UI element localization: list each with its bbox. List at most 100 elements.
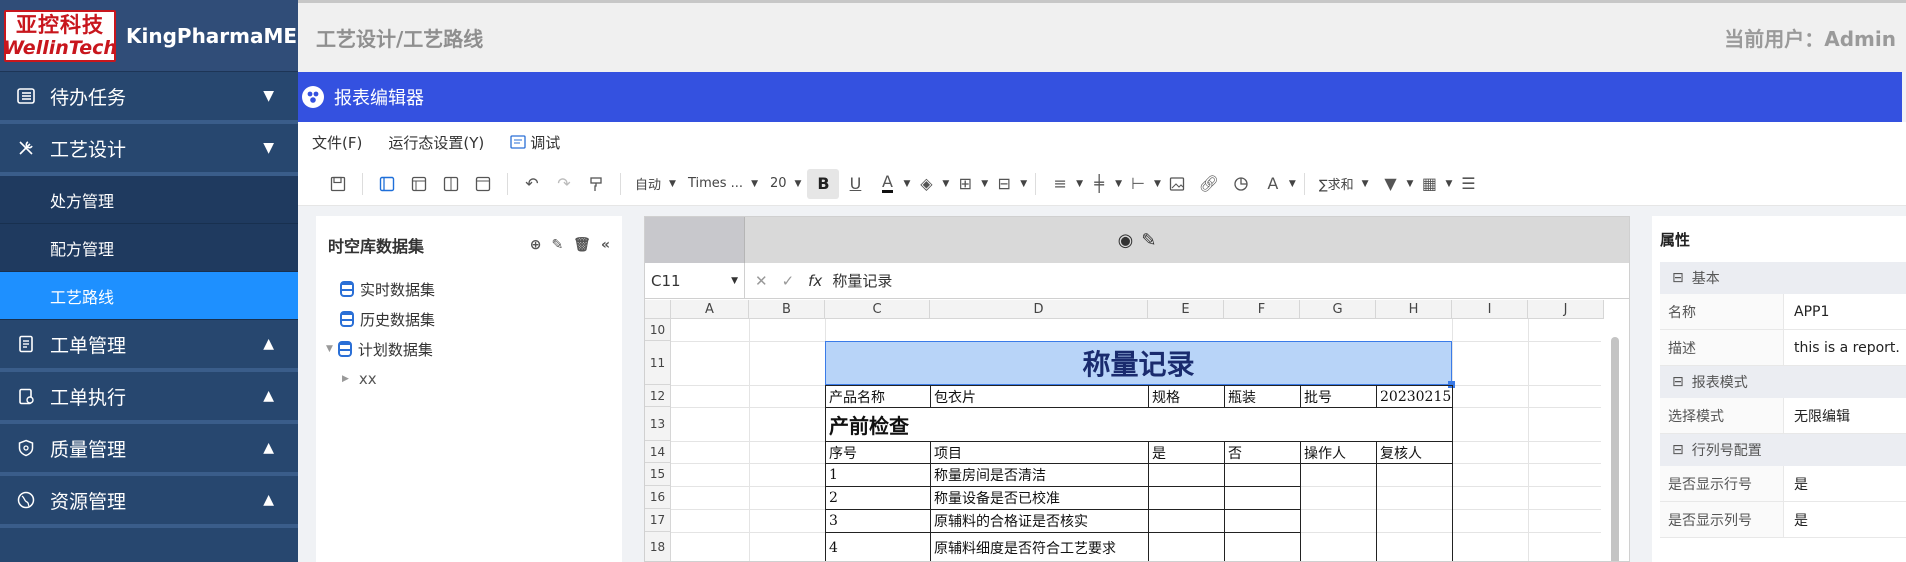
- save-icon[interactable]: [322, 169, 354, 199]
- align-icon[interactable]: ≡: [1044, 169, 1076, 199]
- dataset-item-plan[interactable]: ▼ 计划数据集: [316, 334, 622, 364]
- caret-down-icon[interactable]: ▼: [1289, 179, 1296, 189]
- row-header[interactable]: 16: [645, 486, 671, 509]
- sidebar-item-prescription[interactable]: 处方管理: [0, 176, 298, 224]
- sidebar-item-formula[interactable]: 配方管理: [0, 224, 298, 272]
- cell-f15[interactable]: [1224, 463, 1301, 487]
- cell-grid[interactable]: A B C D E F G H I J 10 11 12 13 14 15 16…: [645, 300, 1629, 561]
- cell-d14[interactable]: 项目: [930, 441, 1149, 464]
- cell-f14[interactable]: 否: [1224, 441, 1301, 464]
- dataset-child-item[interactable]: ▶ xx: [316, 364, 622, 394]
- cell-d16[interactable]: 称量设备是否已校准: [930, 486, 1149, 510]
- col-header[interactable]: H: [1376, 300, 1452, 319]
- collapse-icon[interactable]: «: [601, 237, 610, 253]
- underline-button[interactable]: U: [839, 169, 871, 199]
- row-header[interactable]: 12: [645, 385, 671, 407]
- zoom-select[interactable]: 自动 ▼: [629, 169, 682, 199]
- font-color-button[interactable]: A: [871, 169, 903, 199]
- column-width-icon[interactable]: ⊢: [1122, 169, 1154, 199]
- menu-file[interactable]: 文件(F): [312, 132, 362, 153]
- fx-icon[interactable]: fx: [808, 272, 822, 290]
- undo-icon[interactable]: ↶: [516, 169, 548, 199]
- prop-value-input[interactable]: APP1: [1784, 294, 1906, 329]
- format-painter-icon[interactable]: [580, 169, 612, 199]
- sheet-tab[interactable]: [645, 217, 745, 263]
- section-basic[interactable]: ⊟ 基本: [1660, 262, 1906, 294]
- row-header[interactable]: 14: [645, 441, 671, 463]
- caret-down-icon[interactable]: ▼: [1445, 179, 1452, 189]
- cell-d17[interactable]: 原辅料的合格证是否核实: [930, 509, 1149, 533]
- col-header[interactable]: I: [1452, 300, 1528, 319]
- report-title-cell[interactable]: 称量记录: [825, 341, 1452, 385]
- text-style-button[interactable]: A: [1257, 169, 1289, 199]
- freeze-icon[interactable]: ▦: [1413, 169, 1445, 199]
- cell-f18[interactable]: [1224, 532, 1301, 561]
- dataset-item-realtime[interactable]: 实时数据集: [316, 274, 622, 304]
- col-header[interactable]: F: [1224, 300, 1300, 319]
- vertical-scrollbar[interactable]: [1611, 337, 1619, 561]
- layout-3-icon[interactable]: [435, 169, 467, 199]
- more-settings-icon[interactable]: ☰: [1452, 169, 1484, 199]
- row-header[interactable]: 15: [645, 463, 671, 486]
- cell-f12[interactable]: 瓶装: [1224, 385, 1301, 408]
- cell-c17[interactable]: 3: [825, 509, 931, 533]
- corner-cell[interactable]: [645, 300, 671, 319]
- bold-button[interactable]: B: [807, 168, 840, 199]
- sidebar-item-process-route[interactable]: 工艺路线: [0, 272, 298, 320]
- cell-e15[interactable]: [1148, 463, 1225, 487]
- cancel-icon[interactable]: ✕: [755, 272, 768, 290]
- col-header[interactable]: B: [749, 300, 825, 319]
- section-report-mode[interactable]: ⊟ 报表模式: [1660, 366, 1906, 398]
- caret-right-icon[interactable]: ▶: [342, 374, 349, 384]
- edit-icon[interactable]: ✎: [551, 237, 563, 253]
- prop-value-input[interactable]: this is a report.: [1784, 330, 1906, 365]
- cell-h12[interactable]: 20230215: [1376, 385, 1453, 408]
- menu-process-design[interactable]: 工艺设计 ▼: [0, 124, 298, 176]
- cell-c18[interactable]: 4: [825, 532, 931, 561]
- menu-work-execution[interactable]: 工单执行 ▲: [0, 372, 298, 424]
- cell-d18[interactable]: 原辅料细度是否符合工艺要求: [930, 532, 1149, 561]
- delete-icon[interactable]: 🗑︎: [573, 237, 591, 253]
- caret-down-icon[interactable]: ▼: [942, 179, 949, 189]
- caret-down-icon[interactable]: ▼: [1076, 179, 1083, 189]
- prop-value-select[interactable]: 无限编辑: [1784, 398, 1906, 433]
- formula-input[interactable]: 称量记录: [832, 270, 892, 291]
- col-header[interactable]: E: [1148, 300, 1224, 319]
- row-header[interactable]: 11: [645, 341, 671, 385]
- cell-f17[interactable]: [1224, 509, 1301, 533]
- row-header[interactable]: 10: [645, 319, 671, 341]
- cell-g12[interactable]: 批号: [1300, 385, 1377, 408]
- col-header[interactable]: G: [1300, 300, 1376, 319]
- cell-reference-select[interactable]: C11 ▼: [645, 262, 745, 299]
- col-header[interactable]: C: [825, 300, 930, 319]
- cell-e12[interactable]: 规格: [1148, 385, 1225, 408]
- caret-down-icon[interactable]: ▼: [326, 344, 333, 354]
- caret-down-icon[interactable]: ▼: [1407, 179, 1414, 189]
- cell-h15-merged[interactable]: [1376, 463, 1453, 561]
- prop-value-select[interactable]: 是: [1784, 466, 1906, 501]
- edit-icon[interactable]: ✎: [1141, 230, 1156, 251]
- chart-icon[interactable]: [1225, 169, 1257, 199]
- col-header[interactable]: J: [1528, 300, 1604, 319]
- cell-c15[interactable]: 1: [825, 463, 931, 487]
- caret-down-icon[interactable]: ▼: [903, 179, 910, 189]
- col-header[interactable]: D: [930, 300, 1148, 319]
- cell-d12[interactable]: 包衣片: [930, 385, 1149, 408]
- menu-todo-tasks[interactable]: 待办任务 ▼: [0, 72, 298, 124]
- cell-h14[interactable]: 复核人: [1376, 441, 1453, 464]
- row-header[interactable]: 13: [645, 407, 671, 441]
- menu-resources[interactable]: 资源管理 ▲: [0, 476, 298, 528]
- layout-2-icon[interactable]: [403, 169, 435, 199]
- image-icon[interactable]: [1161, 169, 1193, 199]
- col-header[interactable]: A: [671, 300, 749, 319]
- dataset-item-history[interactable]: 历史数据集: [316, 304, 622, 334]
- caret-down-icon[interactable]: ▼: [1154, 179, 1161, 189]
- menu-debug[interactable]: 调试: [510, 132, 586, 153]
- border-icon[interactable]: ⊞: [949, 169, 981, 199]
- caret-down-icon[interactable]: ▼: [1020, 179, 1027, 189]
- layout-4-icon[interactable]: [467, 169, 499, 199]
- cell-d15[interactable]: 称量房间是否清洁: [930, 463, 1149, 487]
- row-header[interactable]: 18: [645, 532, 671, 561]
- vertical-align-icon[interactable]: ╪: [1083, 169, 1115, 199]
- cell-c12[interactable]: 产品名称: [825, 385, 931, 408]
